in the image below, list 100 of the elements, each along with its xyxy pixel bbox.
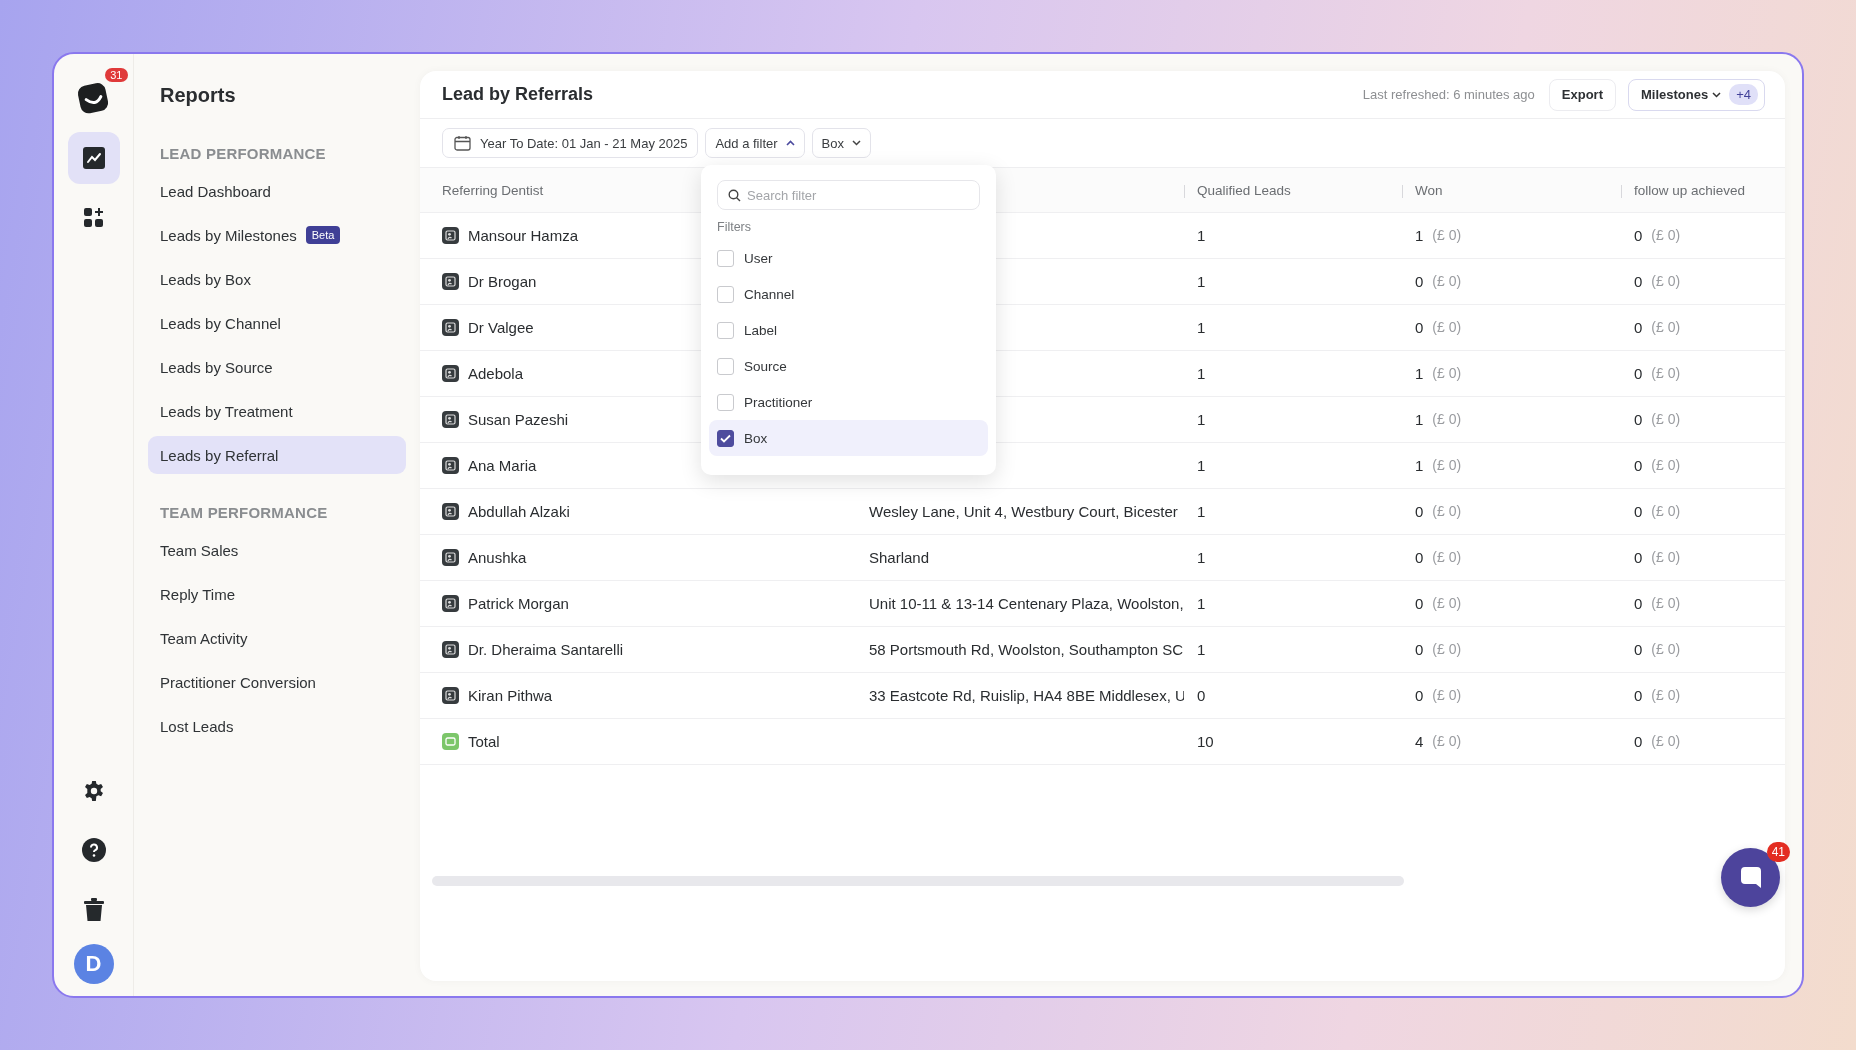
filter-option[interactable]: Source (709, 348, 988, 384)
filter-option[interactable]: Practitioner (709, 384, 988, 420)
amount-text: (£ 0) (1432, 733, 1462, 750)
person-square-icon (442, 365, 459, 382)
amount-text: (£ 0) (1432, 411, 1462, 428)
person-square-icon (442, 411, 459, 428)
settings-icon[interactable] (82, 780, 105, 802)
table-cell: 1 (1197, 273, 1206, 290)
table-cell: 0 (1634, 503, 1643, 520)
amount-text: (£ 0) (1432, 457, 1462, 474)
amount-text: (£ 0) (1432, 319, 1462, 336)
person-square-icon (442, 549, 459, 566)
sidebar-item[interactable]: Lost Leads (148, 707, 406, 745)
sidebar-title: Reports (159, 84, 237, 107)
report-title: Lead by Referrals (442, 84, 594, 105)
sidebar-item[interactable]: Leads by Milestones Beta (148, 216, 406, 254)
notification-badge: 31 (105, 68, 128, 82)
filter-option[interactable]: User (709, 240, 988, 276)
table-cell: 1 (1197, 457, 1206, 474)
beta-badge: Beta (305, 226, 341, 244)
table-cell: 0 (1634, 457, 1643, 474)
filter-option[interactable]: Box (709, 420, 988, 456)
amount-text: (£ 0) (1651, 457, 1681, 474)
table-cell: 1 (1197, 411, 1206, 428)
table-cell: 0 (1415, 595, 1424, 612)
chart-nav-button[interactable] (67, 132, 120, 184)
milestones-dropdown[interactable]: Milestones +4 (1628, 78, 1765, 111)
table-cell: 1 (1197, 641, 1206, 658)
count-badge: +4 (1729, 84, 1758, 105)
add-filter-button[interactable]: Add a filter (705, 128, 805, 158)
apps-add-icon (82, 207, 105, 229)
table-cell: 1 (1197, 503, 1206, 520)
notification-badge: 41 (1766, 842, 1790, 862)
amount-text: (£ 0) (1651, 549, 1681, 566)
sidebar-item[interactable]: Leads by Source (148, 348, 406, 386)
amount-text: (£ 0) (1432, 687, 1462, 704)
help-icon[interactable] (81, 838, 106, 862)
amount-text: (£ 0) (1432, 365, 1462, 382)
table-cell: 0 (1415, 549, 1424, 566)
sidebar-item[interactable]: Team Activity (148, 619, 406, 657)
search-icon (728, 189, 741, 202)
table-cell: 0 (1415, 319, 1424, 336)
table-cell: 1 (1197, 549, 1206, 566)
amount-text: (£ 0) (1651, 641, 1681, 658)
person-square-icon (442, 457, 459, 474)
dentist-name: Abdullah Alzaki (468, 503, 570, 520)
table-cell: 1 (1197, 365, 1206, 382)
person-square-icon (442, 227, 459, 244)
column-header: follow up achieved (1621, 182, 1785, 198)
amount-text: (£ 0) (1651, 503, 1681, 520)
chevron-down-icon (1712, 91, 1722, 98)
sidebar-item[interactable]: Leads by Treatment (148, 392, 406, 430)
dentist-name: Mansour Hamza (468, 227, 579, 244)
column-header: Won (1402, 182, 1621, 198)
chevron-up-icon (785, 140, 795, 146)
amount-text: (£ 0) (1651, 227, 1681, 244)
user-avatar[interactable]: D (73, 944, 114, 984)
table-cell: 0 (1634, 411, 1643, 428)
table-cell: 0 (1634, 641, 1643, 658)
filter-option[interactable]: Label (709, 312, 988, 348)
person-square-icon (442, 273, 459, 290)
amount-text: (£ 0) (1651, 595, 1681, 612)
amount-text: (£ 0) (1432, 503, 1462, 520)
table-cell: 33 Eastcote Rd, Ruislip, HA4 8BE Middlesex, U (869, 687, 1184, 704)
table-cell: Sharland (869, 549, 930, 566)
table-cell: 0 (1634, 365, 1643, 382)
trash-icon[interactable] (82, 898, 105, 922)
amount-text: (£ 0) (1432, 595, 1462, 612)
table-cell: 0 (1634, 273, 1643, 290)
sidebar-item[interactable]: Leads by Box (148, 260, 406, 298)
last-refreshed-text: Last refreshed: 6 minutes ago (1362, 87, 1535, 102)
dentist-name: Ana Maria (468, 457, 537, 474)
export-button[interactable]: Export (1548, 78, 1616, 111)
table-cell: 1 (1197, 595, 1206, 612)
filters-heading: Filters (717, 220, 753, 234)
wallet-icon (442, 733, 459, 750)
table-cell: 0 (1415, 273, 1424, 290)
sidebar-item[interactable]: Practitioner Conversion (148, 663, 406, 701)
sidebar-item[interactable]: Leads by Channel (148, 304, 406, 342)
dentist-name: Dr. Dheraima Santarelli (468, 641, 624, 658)
sidebar-item[interactable]: Leads by Referral (148, 436, 406, 474)
table-cell: 0 (1634, 687, 1643, 704)
sidebar-item[interactable]: Team Sales (148, 531, 406, 569)
amount-text: (£ 0) (1432, 273, 1462, 290)
dentist-name: Dr Brogan (468, 273, 537, 290)
table-cell: 0 (1634, 595, 1643, 612)
search-field[interactable]: Search filter (717, 180, 980, 210)
amount-text: (£ 0) (1651, 365, 1681, 382)
sidebar-item[interactable]: Reply Time (148, 575, 406, 613)
section-heading: TEAM PERFORMANCE (159, 504, 329, 521)
table-cell: 1 (1415, 365, 1424, 382)
sidebar-item[interactable]: Lead Dashboard (148, 172, 406, 210)
column-header: Qualified Leads (1184, 182, 1402, 198)
person-square-icon (442, 641, 459, 658)
checkbox[interactable] (717, 429, 734, 447)
box-filter-dropdown[interactable]: Box (811, 128, 871, 158)
filter-option[interactable]: Channel (709, 276, 988, 312)
table-cell: 0 (1415, 503, 1424, 520)
person-square-icon (442, 503, 459, 520)
date-range-filter[interactable]: Year To Date: 01 Jan - 21 May 2025 (442, 128, 699, 158)
